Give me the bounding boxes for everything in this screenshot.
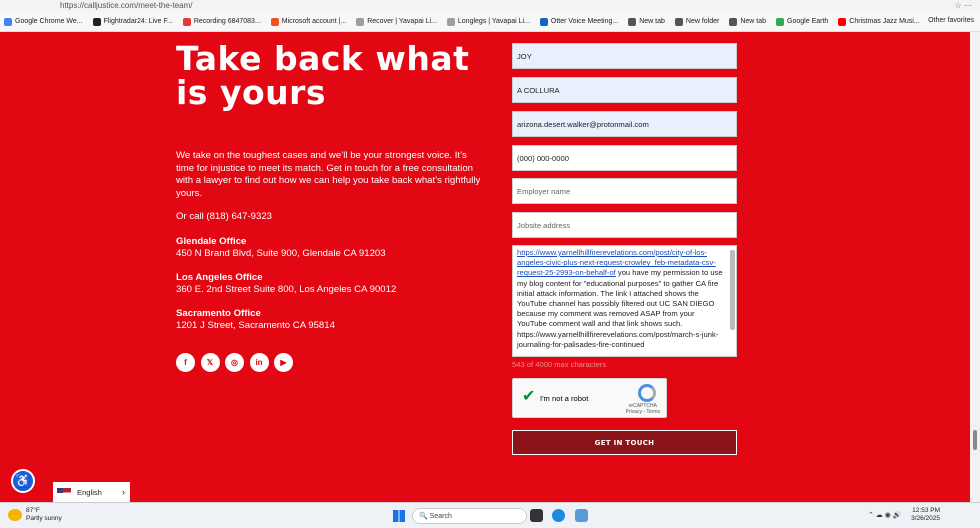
language-selector[interactable]: English › <box>53 482 130 502</box>
system-tray-icons[interactable]: ⌃ ☁ ◉ 🔊 <box>868 511 902 519</box>
office-glendale: Glendale Office 450 N Brand Blvd, Suite … <box>176 236 386 260</box>
bookmark-icon <box>270 17 279 26</box>
scrollbar-thumb[interactable] <box>973 430 977 450</box>
character-counter: 543 of 4000 max characters <box>512 360 607 369</box>
captcha-label: I'm not a robot <box>540 394 589 403</box>
office-title: Sacramento Office <box>176 308 261 319</box>
clock[interactable]: 12:53 PM 3/26/2025 <box>911 507 940 523</box>
bookmark-item[interactable]: Longlegs | Yavapai Li... <box>446 17 530 26</box>
bookmark-item[interactable]: New tab <box>628 17 665 26</box>
task-view-icon[interactable] <box>530 509 543 522</box>
bookmark-label: Google Chrome We... <box>15 18 83 25</box>
date: 3/26/2025 <box>911 515 940 522</box>
office-address: 360 E. 2nd Street Suite 800, Los Angeles… <box>176 284 397 295</box>
bookmark-label: Otter Voice Meeting... <box>550 18 619 25</box>
x-icon[interactable]: 𝕏 <box>200 353 220 372</box>
page-scrollbar[interactable] <box>970 32 980 502</box>
bookmark-label: Google Earth <box>787 18 829 25</box>
bookmark-icon <box>729 17 738 26</box>
office-sacramento: Sacramento Office 1201 J Street, Sacrame… <box>176 308 335 332</box>
message-text: you have my permission to use my blog co… <box>517 268 723 349</box>
phone-field[interactable]: (000) 000-0000 <box>512 145 737 171</box>
browser-toolbar-icons[interactable]: ☆ ⋯ <box>955 0 972 12</box>
remote-desktop-icon[interactable] <box>575 509 588 522</box>
office-title: Los Angeles Office <box>176 272 263 283</box>
bookmark-icon <box>4 17 12 26</box>
checkmark-icon[interactable]: ✔ <box>522 388 535 406</box>
bookmark-icon <box>92 17 101 26</box>
recaptcha-links[interactable]: Privacy - Terms <box>626 409 660 415</box>
windows-start-icon[interactable] <box>393 510 405 522</box>
first-name-field[interactable]: JOY <box>512 43 737 69</box>
bookmark-item[interactable]: Recover | Yavapai Li... <box>356 17 437 26</box>
bookmark-icon <box>539 17 548 26</box>
bookmark-item[interactable]: Flightradar24: Live F... <box>92 17 173 26</box>
bookmark-label: New folder <box>685 18 720 25</box>
bookmark-item[interactable]: Recording 6847083... <box>182 17 261 26</box>
bookmarks-bar: Google Chrome We... Flightradar24: Live F… <box>0 12 980 32</box>
weather-widget[interactable]: 87°F Partly sunny <box>8 507 62 523</box>
bookmark-item[interactable]: Otter Voice Meeting... <box>539 17 619 26</box>
office-address: 1201 J Street, Sacramento CA 95814 <box>176 320 335 331</box>
bookmark-item[interactable]: Google Earth <box>776 17 829 26</box>
bookmark-item[interactable]: New tab <box>729 17 767 26</box>
bookmark-item[interactable]: New folder <box>674 17 720 26</box>
accessibility-icon[interactable]: ♿ <box>11 469 35 493</box>
employer-field[interactable]: Employer name <box>512 178 737 204</box>
taskbar-search[interactable]: 🔍 Search <box>412 508 527 524</box>
get-in-touch-button[interactable]: GET IN TOUCH <box>512 430 737 455</box>
textarea-scrollbar[interactable] <box>730 250 735 330</box>
recaptcha-logo-icon <box>638 384 656 402</box>
message-textarea[interactable]: https://www.yarnellhillfirerevelations.c… <box>512 245 737 357</box>
partly-sunny-icon <box>8 509 22 521</box>
other-favorites[interactable]: Other favorites <box>928 17 974 24</box>
bookmark-item[interactable]: Google Chrome We... <box>4 17 83 26</box>
bookmark-icon <box>446 17 455 26</box>
linkedin-icon[interactable]: in <box>249 353 269 372</box>
weather-condition: Partly sunny <box>26 515 62 522</box>
bookmark-label: Microsoft account |... <box>281 18 347 25</box>
bookmark-item[interactable]: Christmas Jazz Musi... <box>838 17 920 26</box>
chevron-right-icon: › <box>122 487 125 497</box>
search-placeholder: Search <box>429 512 452 520</box>
intro-text: We take on the toughest cases and we’ll … <box>176 150 481 199</box>
edge-icon[interactable] <box>552 509 565 522</box>
social-links: f 𝕏 ◎ in ▶ <box>176 353 299 372</box>
last-name-field[interactable]: A COLLURA <box>512 77 737 103</box>
bookmark-label: Christmas Jazz Musi... <box>849 18 920 25</box>
office-los-angeles: Los Angeles Office 360 E. 2nd Street Sui… <box>176 272 396 296</box>
bookmark-icon <box>356 17 365 26</box>
office-title: Glendale Office <box>176 236 247 247</box>
jobsite-address-field[interactable]: Jobsite address <box>512 212 737 238</box>
address-bar[interactable]: https://calljustice.com/meet-the-team/ ☆… <box>0 0 980 12</box>
bookmark-label: Recover | Yavapai Li... <box>367 18 437 25</box>
bookmark-icon <box>182 17 191 26</box>
url-text[interactable]: https://calljustice.com/meet-the-team/ <box>60 0 193 12</box>
page-headline: Take back what is yours <box>176 39 470 112</box>
facebook-icon[interactable]: f <box>176 353 195 372</box>
youtube-icon[interactable]: ▶ <box>274 353 293 372</box>
bookmark-label: New tab <box>639 18 665 25</box>
email-field[interactable]: arizona.desert.walker@protonmail.com <box>512 111 737 137</box>
bookmark-icon <box>838 17 847 26</box>
bookmark-label: New tab <box>740 18 767 25</box>
us-flag-icon <box>57 487 71 497</box>
recaptcha-brand: reCAPTCHA Privacy - Terms <box>626 403 660 415</box>
bookmark-label: Longlegs | Yavapai Li... <box>457 18 530 25</box>
language-label: English <box>77 487 102 497</box>
recaptcha-widget[interactable]: ✔ I'm not a robot reCAPTCHA Privacy - Te… <box>512 378 667 418</box>
office-address: 450 N Brand Blvd, Suite 900, Glendale CA… <box>176 248 386 259</box>
call-phone-link[interactable]: Or call (818) 647-9323 <box>176 211 272 222</box>
bookmark-icon <box>674 17 683 26</box>
bookmark-icon <box>776 17 785 26</box>
bookmark-item[interactable]: Microsoft account |... <box>270 17 347 26</box>
contact-section: Take back what is yours We take on the t… <box>0 32 970 502</box>
bookmark-label: Flightradar24: Live F... <box>103 18 173 25</box>
bookmark-icon <box>628 17 637 26</box>
instagram-icon[interactable]: ◎ <box>225 353 244 372</box>
temperature: 87°F <box>26 507 40 514</box>
bookmark-label: Recording 6847083... <box>193 18 261 25</box>
time: 12:53 PM <box>912 507 940 514</box>
windows-taskbar: 87°F Partly sunny 🔍 Search ⌃ ☁ ◉ 🔊 12:53… <box>0 502 980 528</box>
